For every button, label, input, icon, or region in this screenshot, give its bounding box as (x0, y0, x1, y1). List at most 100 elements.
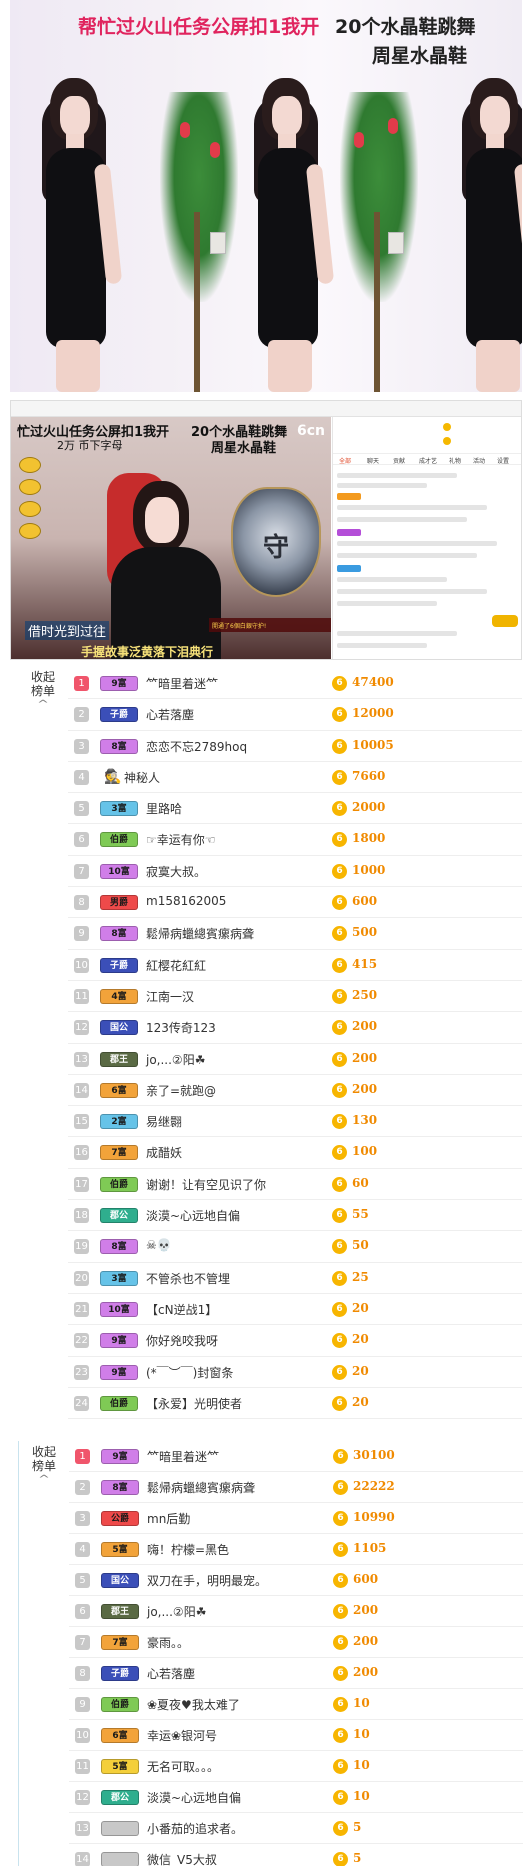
user-name[interactable]: 不管杀也不管埋 (146, 1270, 230, 1287)
chat-tab[interactable]: 成才艺 (419, 456, 437, 465)
rank-row[interactable]: 4 5富 嗨！柠檬=黑色 6 1105 (69, 1534, 523, 1565)
user-name[interactable]: 双刀在手，明明最宠。 (147, 1572, 267, 1589)
user-name[interactable]: jo,...②阳☘ (147, 1603, 206, 1620)
user-name[interactable]: 无名可取。。。 (147, 1758, 219, 1775)
level-badge: 郡公 (101, 1790, 139, 1805)
rank-row[interactable]: 4 🕵 神秘人 6 7660 (68, 762, 522, 794)
user-name[interactable]: 神秘人 (124, 769, 160, 786)
user-name[interactable]: ⺮暗里着迷⺮ (147, 1448, 219, 1465)
collapse-board-button[interactable]: 收起 榜单 ^ (24, 670, 62, 712)
user-name[interactable]: 嗨！柠檬=黑色 (147, 1541, 229, 1558)
rank-row[interactable]: 9 伯爵 ❀夏夜♥我太难了 6 10 (69, 1689, 523, 1720)
rank-row[interactable]: 17 伯爵 谢谢！让有空见识了你 6 60 (68, 1169, 522, 1201)
user-name[interactable]: 123传奇123 (146, 1019, 216, 1036)
user-name[interactable]: 豪雨。。 (147, 1634, 189, 1651)
user-name[interactable]: 亲了=就跑@ (146, 1082, 216, 1099)
rank-row[interactable]: 1 9富 ⺮暗里着迷⺮ 6 47400 (68, 668, 522, 700)
chat-tab[interactable]: 礼物 (449, 456, 461, 465)
rank-row[interactable]: 12 郡公 淡漠~心远地自偏 6 10 (69, 1782, 523, 1813)
user-name[interactable]: 鬆帰病蠟總賓瘰病聋 (146, 925, 254, 942)
user-name[interactable]: 寂寞大叔。 (146, 863, 206, 880)
rank-row[interactable]: 21 10富 【cN逆战1】 6 20 (68, 1294, 522, 1326)
user-name[interactable]: 恋恋不忘2789hoq (146, 738, 247, 755)
live-video[interactable]: 忙过火山任务公屏扣1我开 2万 币下字母 20个水晶鞋跳舞 周星水晶鞋 6cn … (11, 417, 331, 659)
chat-tab[interactable]: 设置 (497, 456, 509, 465)
rank-row[interactable]: 11 5富 无名可取。。。 6 10 (69, 1751, 523, 1782)
rank-row[interactable]: 18 郡公 淡漠~心远地自偏 6 55 (68, 1200, 522, 1232)
rank-row[interactable]: 10 子爵 紅樱花紅紅 6 415 (68, 950, 522, 981)
rank-row[interactable]: 7 7富 豪雨。。 6 200 (69, 1627, 523, 1658)
rank-row[interactable]: 20 3富 不管杀也不管埋 6 25 (68, 1263, 522, 1294)
contribution-amount: 200 (353, 1603, 379, 1617)
user-name[interactable]: 微信_V5大叔 (147, 1851, 217, 1866)
rank-row[interactable]: 2 子爵 心若落塵 6 12000 (68, 699, 522, 731)
rank-row[interactable]: 12 国公 123传奇123 6 200 (68, 1012, 522, 1044)
rank-row[interactable]: 1 9富 ⺮暗里着迷⺮ 6 30100 (69, 1441, 523, 1472)
contribution-amount: 20 (352, 1394, 369, 1409)
chat-tab[interactable]: 贡献 (393, 456, 405, 465)
level-badge: 8富 (101, 1480, 139, 1495)
user-name[interactable]: 淡漠~心远地自偏 (147, 1789, 241, 1806)
user-name[interactable]: (*￣︶￣)封窗条 (146, 1364, 233, 1381)
rank-row[interactable]: 14 6富 亲了=就跑@ 6 200 (68, 1075, 522, 1107)
rank-row[interactable]: 8 子爵 心若落塵 6 200 (69, 1658, 523, 1689)
user-name[interactable]: 淡漠~心远地自偏 (146, 1207, 240, 1224)
banner-title-right-2: 周星水晶鞋 (372, 45, 468, 67)
user-name[interactable]: ❀夏夜♥我太难了 (147, 1696, 240, 1713)
user-name[interactable]: 紅樱花紅紅 (146, 957, 206, 974)
coin-icon: 6 (333, 1604, 348, 1619)
video-title-left-2: 2万 币下字母 (57, 439, 123, 452)
user-name[interactable]: 易继翾 (146, 1113, 182, 1130)
user-name[interactable]: 成醋妖 (146, 1144, 182, 1161)
rank-row[interactable]: 8 男爵 m158162005 6 600 (68, 887, 522, 919)
user-name[interactable]: ☠💀 (146, 1238, 172, 1252)
user-name[interactable]: jo,...②阳☘ (146, 1051, 205, 1068)
rank-row[interactable]: 13 郡王 jo,...②阳☘ 6 200 (68, 1044, 522, 1075)
user-name[interactable]: 小番茄的追求者。 (147, 1820, 243, 1837)
rank-row[interactable]: 6 伯爵 ☞幸运有你☜ 6 1800 (68, 824, 522, 856)
user-name[interactable]: 幸运❀银河号 (147, 1727, 217, 1744)
rank-row[interactable]: 2 8富 鬆帰病蠟總賓瘰病聋 6 22222 (69, 1472, 523, 1503)
rank-row[interactable]: 5 3富 里路哈 6 2000 (68, 793, 522, 825)
rank-number: 15 (74, 1114, 89, 1130)
rank-row[interactable]: 6 郡王 jo,...②阳☘ 6 200 (69, 1596, 523, 1627)
collapse-board-button[interactable]: 收起 榜单 ^ (25, 1445, 63, 1487)
level-badge: 伯爵 (100, 1176, 138, 1192)
user-name[interactable]: 里路哈 (146, 800, 182, 817)
user-name[interactable]: m158162005 (146, 894, 226, 908)
user-name[interactable]: 【永爱】光明使者 (146, 1395, 242, 1412)
rank-row[interactable]: 7 10富 寂寞大叔。 6 1000 (68, 856, 522, 888)
chat-tab[interactable]: 全部 (339, 456, 351, 465)
user-name[interactable]: ☞幸运有你☜ (146, 831, 216, 848)
rank-row[interactable]: 22 9富 你好兇咬我呀 6 20 (68, 1325, 522, 1357)
chat-tab[interactable]: 聊天 (367, 456, 379, 465)
rank-number: 14 (74, 1082, 89, 1098)
user-name[interactable]: 鬆帰病蠟總賓瘰病聋 (147, 1479, 255, 1496)
rank-row[interactable]: 19 8富 ☠💀 6 50 (68, 1231, 522, 1263)
coin-icon: 6 (333, 1821, 348, 1836)
rank-row[interactable]: 9 8富 鬆帰病蠟總賓瘰病聋 6 500 (68, 918, 522, 950)
rank-row[interactable]: 24 伯爵 【永爱】光明使者 6 20 (68, 1388, 522, 1420)
rank-row[interactable]: 3 公爵 mn后勤 6 10990 (69, 1503, 523, 1534)
user-name[interactable]: 心若落塵 (146, 706, 194, 723)
contribution-amount: 100 (352, 1144, 378, 1159)
rank-row[interactable]: 10 6富 幸运❀银河号 6 10 (69, 1720, 523, 1751)
rank-row[interactable]: 5 国公 双刀在手，明明最宠。 6 600 (69, 1565, 523, 1596)
level-badge: 2富 (100, 1114, 138, 1130)
rank-row[interactable]: 13 小番茄的追求者。 6 5 (69, 1813, 523, 1844)
user-name[interactable]: 谢谢！让有空见识了你 (146, 1176, 266, 1193)
rank-row[interactable]: 14 微信_V5大叔 6 5 (69, 1844, 523, 1866)
user-name[interactable]: 江南一汉 (146, 988, 194, 1005)
rank-row[interactable]: 11 4富 江南一汉 6 250 (68, 981, 522, 1013)
rank-row[interactable]: 23 9富 (*￣︶￣)封窗条 6 20 (68, 1357, 522, 1388)
rank-row[interactable]: 15 2富 易继翾 6 130 (68, 1106, 522, 1138)
rank-row[interactable]: 3 8富 恋恋不忘2789hoq 6 10005 (68, 731, 522, 762)
user-name[interactable]: 你好兇咬我呀 (146, 1332, 218, 1349)
rank-row[interactable]: 16 7富 成醋妖 6 100 (68, 1137, 522, 1169)
user-name[interactable]: 心若落塵 (147, 1665, 195, 1682)
user-name[interactable]: ⺮暗里着迷⺮ (146, 675, 218, 692)
chat-tab[interactable]: 活动 (473, 456, 485, 465)
video-banner[interactable]: 帮忙过火山任务公屏扣1我开 20个水晶鞋跳舞 周星水晶鞋 (10, 0, 522, 392)
user-name[interactable]: 【cN逆战1】 (146, 1301, 217, 1318)
user-name[interactable]: mn后勤 (147, 1510, 190, 1527)
